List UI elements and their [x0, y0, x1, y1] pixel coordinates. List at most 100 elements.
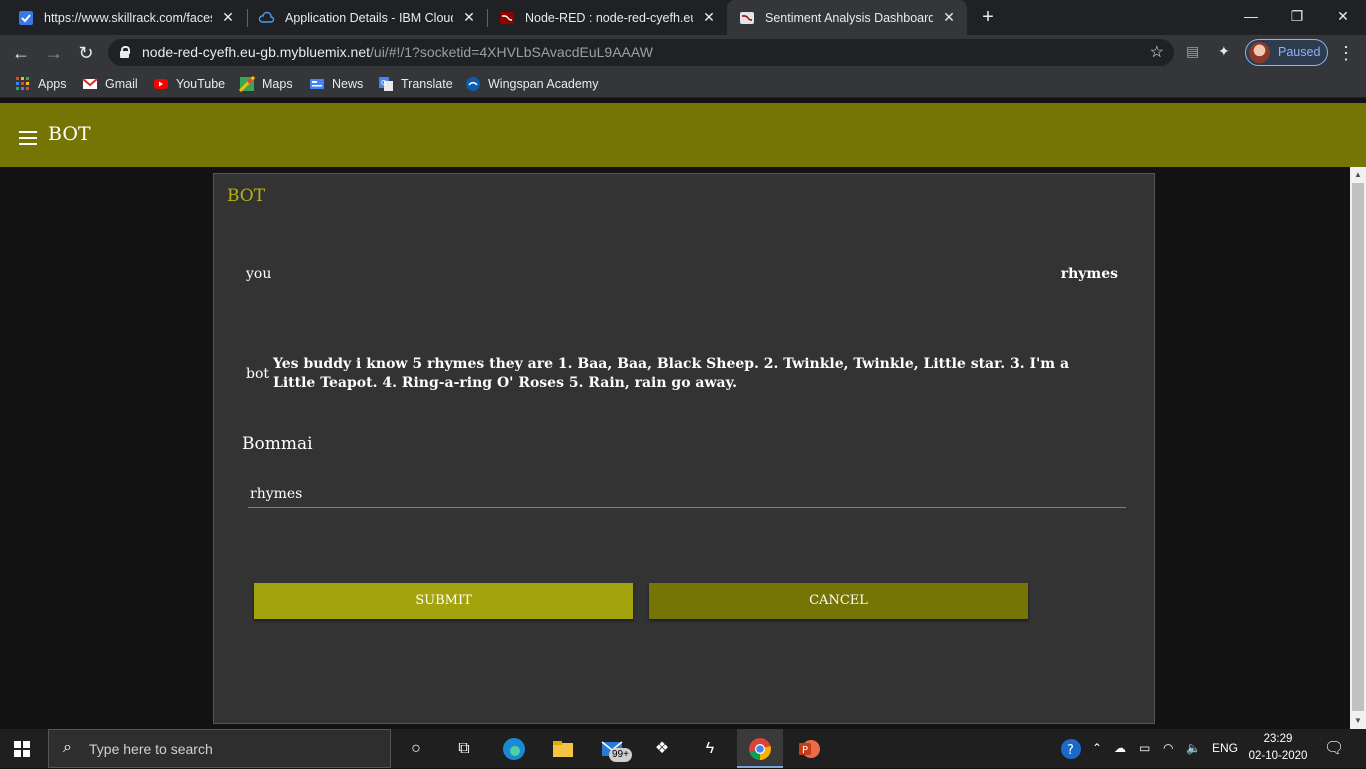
dashboard-app-bar: BOT	[0, 103, 1366, 167]
gmail-icon	[82, 78, 98, 89]
extension-icon[interactable]: ▤	[1186, 43, 1199, 60]
new-tab-button[interactable]: +	[976, 4, 1000, 30]
bookmark-apps[interactable]: Apps	[15, 75, 67, 93]
clock-date: 02-10-2020	[1248, 750, 1308, 762]
hamburger-menu-icon[interactable]	[19, 131, 37, 145]
tab-sentiment-dashboard[interactable]: Sentiment Analysis Dashboard ✕	[727, 0, 967, 35]
chevron-up-icon[interactable]: ⌃	[1092, 729, 1102, 768]
restore-button[interactable]: ❐	[1274, 0, 1320, 32]
bookmark-label: YouTube	[176, 77, 226, 91]
minimize-button[interactable]: —	[1228, 0, 1274, 32]
tab-node-red-editor[interactable]: Node-RED : node-red-cyefh.eu-g ✕	[487, 0, 727, 35]
notifications-icon[interactable]: 🗨	[1324, 729, 1344, 768]
bookmark-translate[interactable]: G Translate	[378, 75, 453, 93]
bookmark-star-icon[interactable]: ☆	[1150, 42, 1164, 62]
bookmark-label: Wingspan Academy	[488, 77, 599, 91]
cortana-icon[interactable]: ○	[404, 737, 428, 761]
bookmark-wingspan[interactable]: Wingspan Academy	[465, 75, 598, 93]
bot-group-card: BOT you rhymes bot Yes buddy i know 5 rh…	[213, 173, 1155, 724]
app-icon[interactable]: ϟ	[698, 737, 722, 761]
battery-icon[interactable]: ▭	[1139, 729, 1150, 768]
page-scrollbar[interactable]: ▲ ▼	[1350, 167, 1366, 729]
youtube-icon	[154, 79, 168, 89]
taskbar-search-box[interactable]: ⌕ Type here to search	[48, 729, 391, 768]
message-input[interactable]	[248, 481, 1126, 508]
file-explorer-icon[interactable]	[551, 737, 575, 761]
task-view-icon[interactable]: ⧉	[452, 737, 476, 761]
profile-status: Paused	[1278, 45, 1321, 59]
clock-time: 23:29	[1263, 733, 1293, 745]
edge-icon[interactable]	[502, 737, 526, 761]
search-placeholder: Type here to search	[89, 741, 213, 757]
bookmark-gmail[interactable]: Gmail	[82, 75, 138, 93]
reload-button[interactable]: ↻	[72, 39, 100, 67]
bookmark-youtube[interactable]: YouTube	[153, 75, 225, 93]
scroll-down-icon[interactable]: ▼	[1350, 713, 1366, 729]
url-host: node-red-cyefh.eu-gb.mybluemix.net	[142, 44, 371, 60]
scrollbar-thumb[interactable]	[1352, 183, 1364, 711]
tab-ibm-cloud[interactable]: Application Details - IBM Cloud ✕	[247, 0, 487, 35]
bookmark-maps[interactable]: Maps	[239, 75, 293, 93]
skillrack-icon	[19, 10, 33, 25]
bot-message: Yes buddy i know 5 rhymes they are 1. Ba…	[273, 356, 1070, 391]
back-button[interactable]: ←	[7, 39, 35, 67]
tab-title: Application Details - IBM Cloud	[285, 10, 453, 25]
bookmark-label: Apps	[38, 77, 67, 91]
browser-toolbar: ← → ↻ node-red-cyefh.eu-gb.mybluemix.net…	[0, 35, 1366, 70]
submit-button[interactable]: SUBMIT	[254, 583, 633, 619]
language-indicator[interactable]: ENG	[1212, 729, 1238, 768]
translate-icon: G	[379, 77, 393, 91]
node-red-icon	[740, 11, 754, 24]
windows-start-icon[interactable]	[14, 741, 30, 757]
mail-badge: 99+	[609, 748, 632, 762]
close-window-button[interactable]: ✕	[1320, 0, 1366, 32]
news-icon	[310, 79, 324, 89]
close-icon[interactable]: ✕	[461, 9, 477, 26]
menu-icon[interactable]: ⋮	[1336, 39, 1356, 67]
bookmark-label: News	[332, 77, 364, 91]
svg-text:G: G	[381, 79, 386, 87]
tab-skillrack[interactable]: https://www.skillrack.com/faces/u ✕	[6, 0, 246, 35]
dropbox-icon[interactable]: ❖	[650, 737, 674, 761]
close-icon[interactable]: ✕	[941, 9, 957, 26]
url-text: node-red-cyefh.eu-gb.mybluemix.net/ui/#!…	[142, 39, 653, 66]
wifi-icon[interactable]: ◠	[1163, 729, 1173, 768]
address-bar[interactable]: node-red-cyefh.eu-gb.mybluemix.net/ui/#!…	[108, 39, 1174, 66]
bookmark-label: Maps	[262, 77, 293, 91]
cancel-button[interactable]: CANCEL	[649, 583, 1028, 619]
page-title: BOT	[48, 123, 91, 145]
card-title: BOT	[227, 186, 266, 206]
powerpoint-icon[interactable]: P	[797, 737, 821, 761]
search-icon: ⌕	[63, 739, 72, 756]
profile-button[interactable]: Paused	[1245, 39, 1328, 66]
form-field-label: Bommai	[242, 434, 313, 454]
avatar	[1249, 42, 1270, 63]
url-path: /ui/#!/1?socketid=4XHVLbSAvacdEuL9AAAW	[370, 44, 653, 60]
volume-icon[interactable]: 🔈	[1186, 729, 1201, 768]
bookmarks-bar: Apps Gmail YouTube Maps News G Translate…	[0, 70, 1366, 98]
bot-speaker-label: bot	[246, 366, 270, 382]
bookmark-label: Translate	[401, 77, 453, 91]
system-clock[interactable]: 23:29 02-10-2020	[1247, 731, 1309, 765]
maps-icon	[239, 76, 255, 92]
user-speaker-label: you	[246, 266, 272, 282]
close-icon[interactable]: ✕	[701, 9, 717, 26]
windows-taskbar: ⌕ Type here to search ○ ⧉ ❖ ϟ P ? ⌃ ☁ ▭ …	[0, 729, 1366, 768]
lock-icon	[120, 46, 130, 58]
forward-button[interactable]: →	[40, 39, 68, 67]
wingspan-icon	[466, 77, 480, 91]
network-drive-icon[interactable]: ☁	[1114, 729, 1126, 768]
node-red-icon	[500, 11, 514, 24]
puzzle-icon[interactable]: ✦	[1218, 43, 1230, 60]
tab-title: Node-RED : node-red-cyefh.eu-g	[525, 10, 693, 25]
scroll-up-icon[interactable]: ▲	[1350, 167, 1366, 183]
browser-tab-strip: https://www.skillrack.com/faces/u ✕ Appl…	[0, 0, 1366, 35]
apps-grid-icon	[16, 77, 29, 90]
chrome-icon[interactable]	[737, 729, 783, 768]
help-icon[interactable]: ?	[1060, 729, 1082, 768]
bookmark-news[interactable]: News	[309, 75, 363, 93]
bookmark-label: Gmail	[105, 77, 138, 91]
close-icon[interactable]: ✕	[220, 9, 236, 26]
user-message: rhymes	[1060, 266, 1118, 282]
ibm-cloud-icon	[259, 11, 275, 23]
